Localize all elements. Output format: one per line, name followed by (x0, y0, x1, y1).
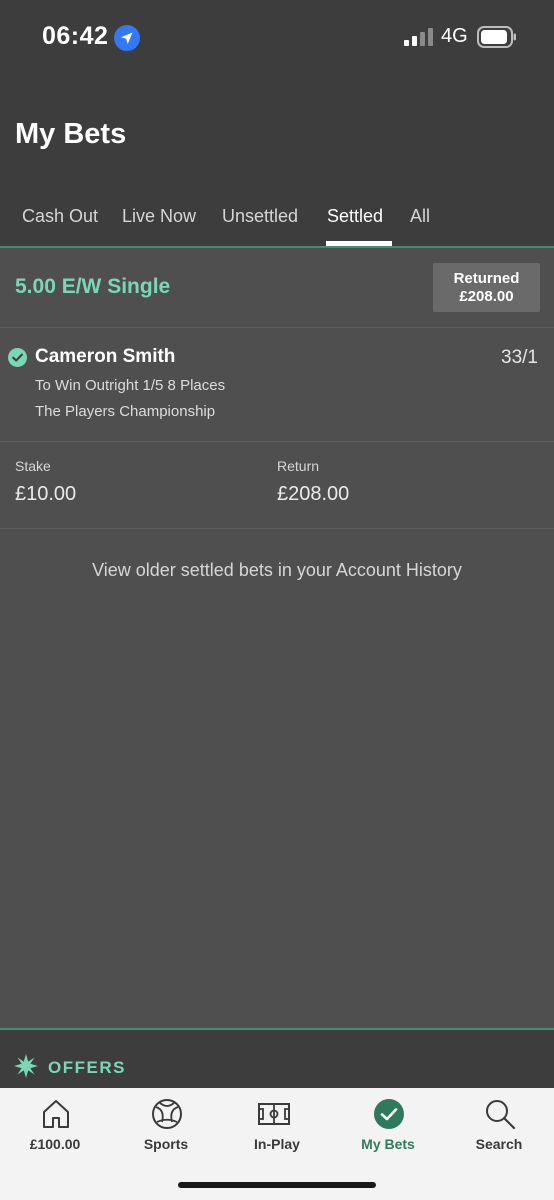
tab-live-now[interactable]: Live Now (122, 206, 196, 227)
stake-label: Stake (15, 458, 51, 474)
status-bar: 06:42 4G (0, 0, 554, 80)
nav-label-my-bets: My Bets (361, 1136, 415, 1152)
status-time: 06:42 (42, 22, 109, 50)
selection-odds: 33/1 (501, 347, 538, 368)
battery-icon (477, 26, 516, 48)
offers-label: OFFERS (48, 1058, 126, 1077)
stake-value: £10.00 (15, 483, 77, 505)
signal-bars-icon (404, 28, 433, 46)
page-title: My Bets (15, 118, 127, 150)
offers-bar[interactable]: OFFERS (0, 1028, 554, 1088)
search-icon (486, 1100, 516, 1130)
account-history-link[interactable]: View older settled bets in your Account … (0, 560, 554, 581)
bet-card-header[interactable]: 5.00 E/W Single Returned £208.00 (0, 248, 554, 328)
check-circle-icon (374, 1099, 404, 1129)
returned-label: Returned (453, 270, 520, 287)
tab-unsettled[interactable]: Unsettled (222, 206, 298, 227)
location-arrow-icon (114, 25, 140, 51)
bet-selection: Cameron Smith 33/1 To Win Outright 1/5 8… (0, 329, 554, 442)
check-circle-icon (8, 348, 27, 367)
starburst-icon (14, 1054, 38, 1078)
market-description: To Win Outright 1/5 8 Places (35, 377, 226, 394)
nav-label-in-play: In-Play (254, 1136, 300, 1152)
nav-label-search: Search (475, 1136, 523, 1152)
tab-all[interactable]: All (410, 206, 430, 227)
home-icon (43, 1100, 69, 1128)
tab-cash-out[interactable]: Cash Out (22, 206, 98, 227)
stake-return-row: Stake £10.00 Return £208.00 (0, 443, 554, 529)
nav-search[interactable]: Search (444, 1088, 554, 1168)
home-indicator (178, 1182, 376, 1188)
nav-balance[interactable]: £100.00 (0, 1088, 110, 1168)
pitch-icon (258, 1103, 290, 1125)
nav-my-bets[interactable]: My Bets (333, 1088, 443, 1168)
nav-label-balance: £100.00 (29, 1136, 81, 1152)
nav-label-sports: Sports (143, 1136, 189, 1152)
football-icon (152, 1099, 182, 1129)
event-name: The Players Championship (35, 403, 216, 420)
return-label: Return (277, 458, 320, 474)
nav-in-play[interactable]: In-Play (222, 1088, 332, 1168)
nav-sports[interactable]: Sports (111, 1088, 221, 1168)
returned-badge: Returned £208.00 (433, 263, 540, 312)
tab-settled[interactable]: Settled (327, 206, 383, 227)
network-type: 4G (441, 25, 468, 47)
bet-type: 5.00 E/W Single (15, 275, 171, 298)
return-value: £208.00 (277, 483, 350, 505)
selection-name: Cameron Smith (35, 346, 176, 367)
page-header: My Bets Cash Out Live Now Unsettled Sett… (0, 80, 554, 246)
bet-filter-tabs: Cash Out Live Now Unsettled Settled All (0, 188, 554, 246)
returned-value: £208.00 (459, 288, 514, 305)
